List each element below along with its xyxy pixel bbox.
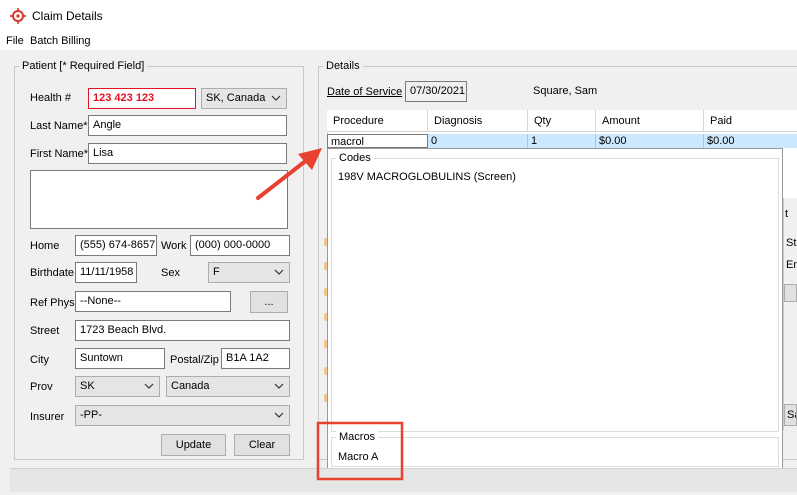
health-province-select[interactable]: SK, Canada: [201, 88, 287, 109]
col-procedure[interactable]: Procedure: [327, 110, 428, 132]
birthdate-field[interactable]: 11/11/1958: [75, 262, 137, 283]
chevron-down-icon: [271, 95, 281, 101]
side-button[interactable]: [784, 284, 797, 302]
chevron-down-icon: [274, 383, 284, 389]
side-fragment: St: [786, 237, 797, 249]
ref-phys-field[interactable]: --None--: [75, 291, 231, 312]
col-diagnosis[interactable]: Diagnosis: [428, 110, 528, 132]
side-panel: [783, 198, 797, 430]
diagnosis-cell[interactable]: 0: [428, 134, 528, 148]
details-group-title: Details: [323, 60, 363, 72]
insurer-value: -PP-: [80, 409, 102, 421]
sex-label: Sex: [161, 267, 180, 279]
health-number-field[interactable]: 123 423 123: [88, 88, 196, 109]
chevron-down-icon: [274, 269, 284, 275]
clear-button[interactable]: Clear: [234, 434, 290, 456]
postal-field[interactable]: B1A 1A2: [221, 348, 290, 369]
date-of-service-field[interactable]: 07/30/2021: [405, 81, 467, 102]
table-row[interactable]: macrol 0 1 $0.00 $0.00: [327, 134, 797, 148]
ref-phys-label: Ref Phys: [30, 297, 75, 309]
postal-label: Postal/Zip: [170, 354, 219, 366]
side-fragment: t: [785, 208, 789, 220]
macros-group-title: Macros: [336, 431, 379, 443]
last-name-field[interactable]: Angle: [88, 115, 287, 136]
prov-value: SK: [80, 380, 95, 392]
prov-select[interactable]: SK: [75, 376, 160, 397]
amount-cell[interactable]: $0.00: [596, 134, 704, 148]
menu-bar: File Batch Billing: [0, 32, 797, 50]
birthdate-label: Birthdate: [30, 267, 75, 279]
street-label: Street: [30, 325, 60, 337]
code-list-item[interactable]: 198V MACROGLOBULINS (Screen): [338, 171, 516, 183]
prov-label: Prov: [30, 381, 53, 393]
codes-group: Codes: [331, 152, 779, 432]
update-button[interactable]: Update: [161, 434, 226, 456]
country-value: Canada: [171, 380, 210, 392]
macros-group: Macros: [331, 431, 779, 467]
procedure-cell-input[interactable]: macrol: [327, 134, 428, 148]
last-name-label: Last Name*: [30, 120, 88, 132]
insurer-label: Insurer: [30, 411, 65, 423]
qty-cell[interactable]: 1: [528, 134, 596, 148]
title-bar: Claim Details: [0, 0, 797, 32]
window-title: Claim Details: [32, 9, 103, 23]
health-label: Health #: [30, 92, 71, 104]
home-label: Home: [30, 240, 60, 252]
side-fragment: En: [786, 259, 797, 271]
macro-list-item[interactable]: Macro A: [338, 451, 378, 463]
app-crosshair-icon: [10, 8, 26, 24]
patient-name-display: Square, Sam: [533, 85, 598, 97]
chevron-down-icon: [274, 412, 284, 418]
menu-file[interactable]: File: [6, 35, 24, 47]
chevron-down-icon: [144, 383, 154, 389]
work-phone-field[interactable]: (000) 000-0000: [190, 235, 290, 256]
sex-select[interactable]: F: [208, 262, 290, 283]
col-paid[interactable]: Paid: [704, 110, 797, 132]
country-select[interactable]: Canada: [166, 376, 290, 397]
sex-value: F: [213, 266, 220, 278]
notes-area[interactable]: [30, 170, 288, 229]
insurer-select[interactable]: -PP-: [75, 405, 290, 426]
col-qty[interactable]: Qty: [528, 110, 596, 132]
work-label: Work: [161, 240, 187, 252]
first-name-label: First Name*: [30, 148, 89, 160]
side-button-sa[interactable]: Sa: [784, 404, 797, 426]
paid-cell[interactable]: $0.00: [704, 134, 797, 148]
col-amount[interactable]: Amount: [596, 110, 704, 132]
status-bar: [10, 468, 797, 492]
street-field[interactable]: 1723 Beach Blvd.: [75, 320, 290, 341]
patient-group-title: Patient [* Required Field]: [19, 60, 148, 72]
date-of-service-label: Date of Service: [327, 86, 403, 98]
city-field[interactable]: Suntown: [75, 348, 165, 369]
side-fragment: Sa: [787, 409, 796, 421]
grid-header: Procedure Diagnosis Qty Amount Paid: [327, 110, 797, 132]
codes-group-title: Codes: [336, 152, 374, 164]
ref-phys-browse-button[interactable]: ...: [250, 291, 288, 313]
city-label: City: [30, 354, 49, 366]
menu-batch-billing[interactable]: Batch Billing: [30, 35, 91, 47]
home-phone-field[interactable]: (555) 674-8657: [75, 235, 157, 256]
health-province-value: SK, Canada: [206, 92, 266, 104]
first-name-field[interactable]: Lisa: [88, 143, 287, 164]
